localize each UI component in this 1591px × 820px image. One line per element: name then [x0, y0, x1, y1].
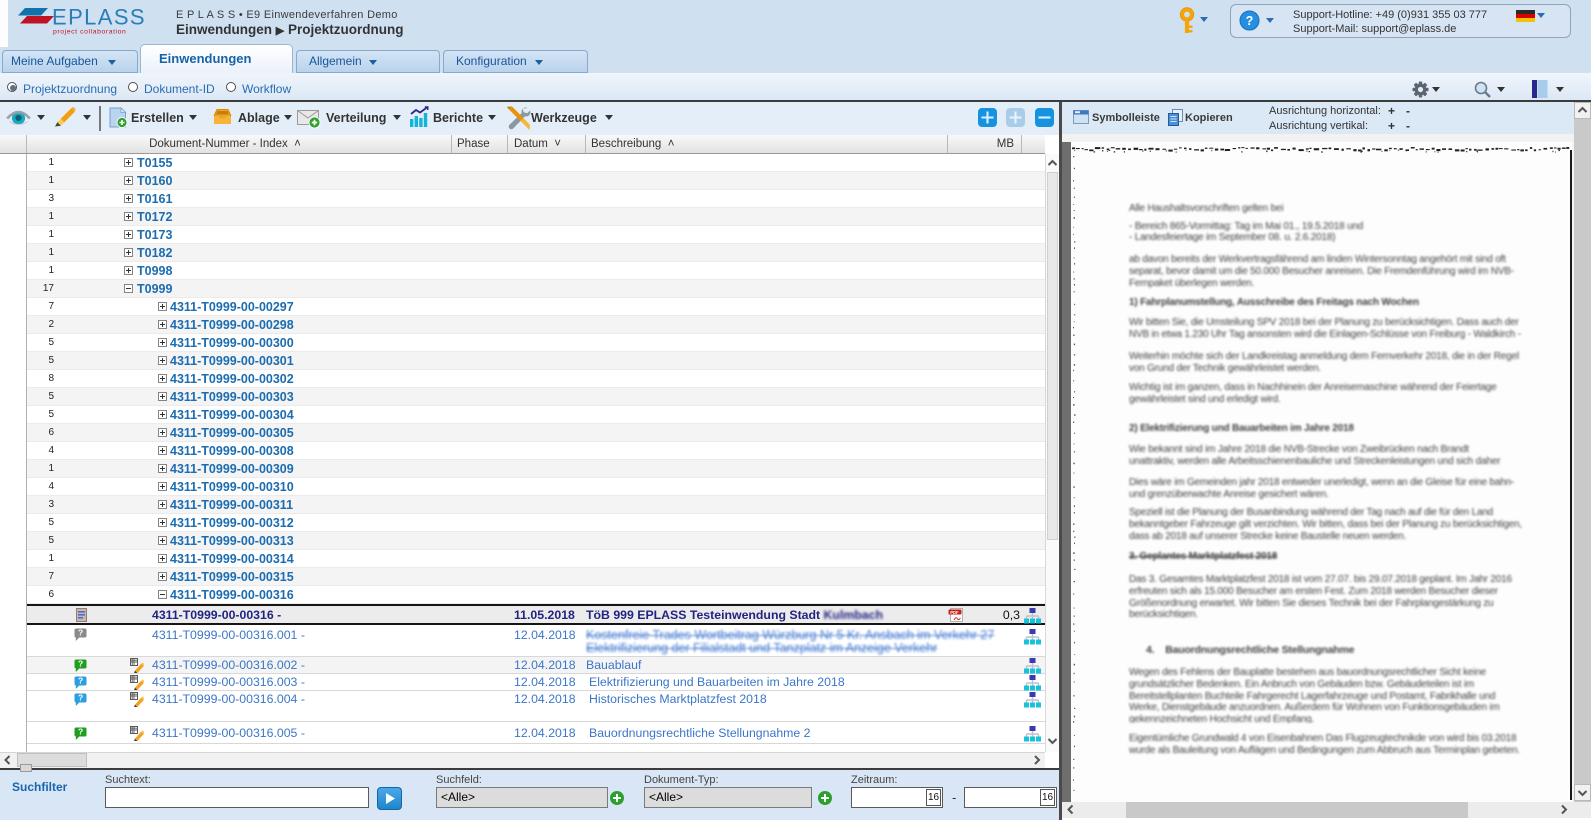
- svg-text:?: ?: [78, 628, 83, 638]
- svg-text:EPLASS: EPLASS: [52, 5, 146, 30]
- svg-text:?: ?: [1246, 14, 1254, 28]
- svg-text:?: ?: [78, 676, 83, 686]
- svg-text:?: ?: [78, 693, 83, 703]
- svg-text:?: ?: [78, 727, 83, 737]
- svg-text:?: ?: [78, 659, 83, 669]
- svg-text:project collaboration: project collaboration: [53, 29, 126, 36]
